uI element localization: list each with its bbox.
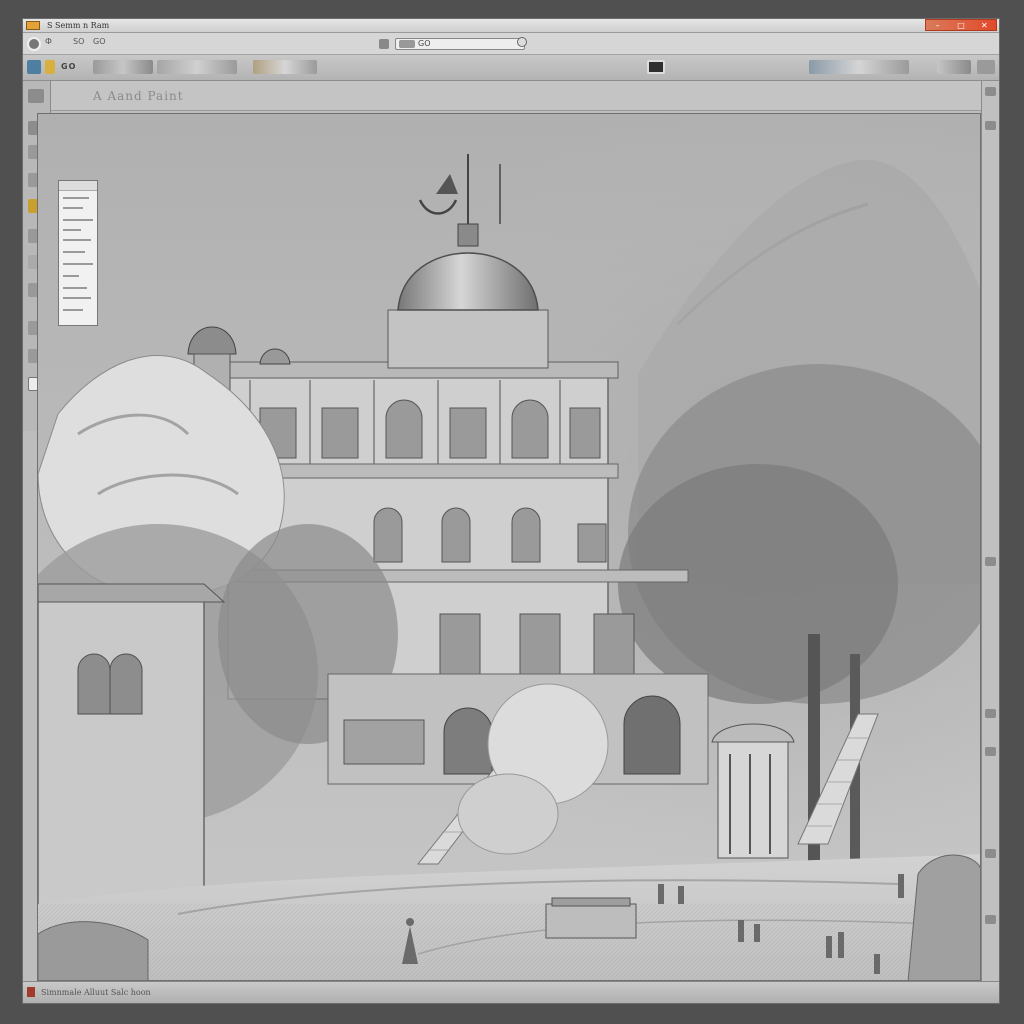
floating-info-panel[interactable] (58, 180, 98, 326)
layers-icon[interactable] (253, 60, 317, 74)
panel-toggle-icon[interactable] (985, 557, 996, 566)
gear-icon[interactable] (27, 37, 41, 51)
window-controls: – □ ✕ (925, 19, 997, 31)
panel-line (63, 251, 85, 253)
maximize-button[interactable]: □ (949, 20, 972, 30)
select-tool-icon[interactable] (27, 60, 41, 74)
address-bar[interactable]: GO (395, 38, 525, 50)
app-icon[interactable] (26, 21, 40, 30)
panel-line (63, 263, 93, 265)
panel-line (63, 275, 79, 277)
toolbar-label: GO (61, 62, 77, 71)
main-toolbar: GO (23, 55, 999, 81)
panel-toggle-icon[interactable] (985, 709, 996, 718)
eye-icon[interactable] (977, 60, 995, 74)
panel-header (59, 181, 97, 191)
window-title: S Semm n Ram (47, 21, 110, 30)
menu-item-1[interactable]: Ф (45, 37, 52, 46)
brush-icon[interactable] (157, 60, 237, 74)
panel-line (63, 207, 83, 209)
panel-toggle-icon[interactable] (985, 121, 996, 130)
image-canvas[interactable] (37, 113, 981, 981)
view-controls[interactable] (809, 60, 909, 74)
right-panel-strip (981, 81, 999, 997)
title-bar: S Semm n Ram – □ ✕ (23, 19, 999, 33)
panel-line (63, 309, 83, 311)
address-bar-text: GO (418, 39, 431, 48)
panel-toggle-icon[interactable] (985, 747, 996, 756)
status-text: Simnmale Alluut Salc hoon (41, 988, 151, 997)
move-tool-icon[interactable] (28, 89, 44, 103)
menu-item-2[interactable]: SO (73, 37, 84, 46)
star-tool-icon[interactable] (45, 60, 55, 74)
refresh-button[interactable] (517, 37, 527, 47)
zoom-icon[interactable] (937, 60, 971, 74)
options-bar: A Aand Paint (51, 81, 997, 111)
panel-line (63, 229, 81, 231)
panel-toggle-icon[interactable] (985, 915, 996, 924)
application-window: S Semm n Ram – □ ✕ Ф SO GO GO GO A Aand … (22, 18, 1000, 1004)
address-bar-icon (399, 40, 415, 48)
panel-line (63, 297, 91, 299)
panel-line (63, 287, 87, 289)
nav-icon[interactable] (379, 39, 389, 49)
color-swatch[interactable] (647, 60, 665, 74)
panel-toggle-icon[interactable] (985, 87, 996, 96)
canvas-artwork (38, 114, 980, 980)
menu-bar: Ф SO GO GO (23, 33, 999, 55)
options-bar-label: A Aand Paint (93, 89, 184, 103)
panel-line (63, 239, 91, 241)
menu-item-3[interactable]: GO (93, 37, 106, 46)
close-button[interactable]: ✕ (973, 20, 996, 30)
minimize-button[interactable]: – (926, 20, 949, 30)
panel-toggle-icon[interactable] (985, 849, 996, 858)
brush-options-strip[interactable] (93, 60, 153, 74)
panel-line (63, 197, 89, 199)
status-indicator-icon (27, 987, 35, 997)
status-bar: Simnmale Alluut Salc hoon (23, 981, 999, 1003)
panel-line (63, 219, 93, 221)
